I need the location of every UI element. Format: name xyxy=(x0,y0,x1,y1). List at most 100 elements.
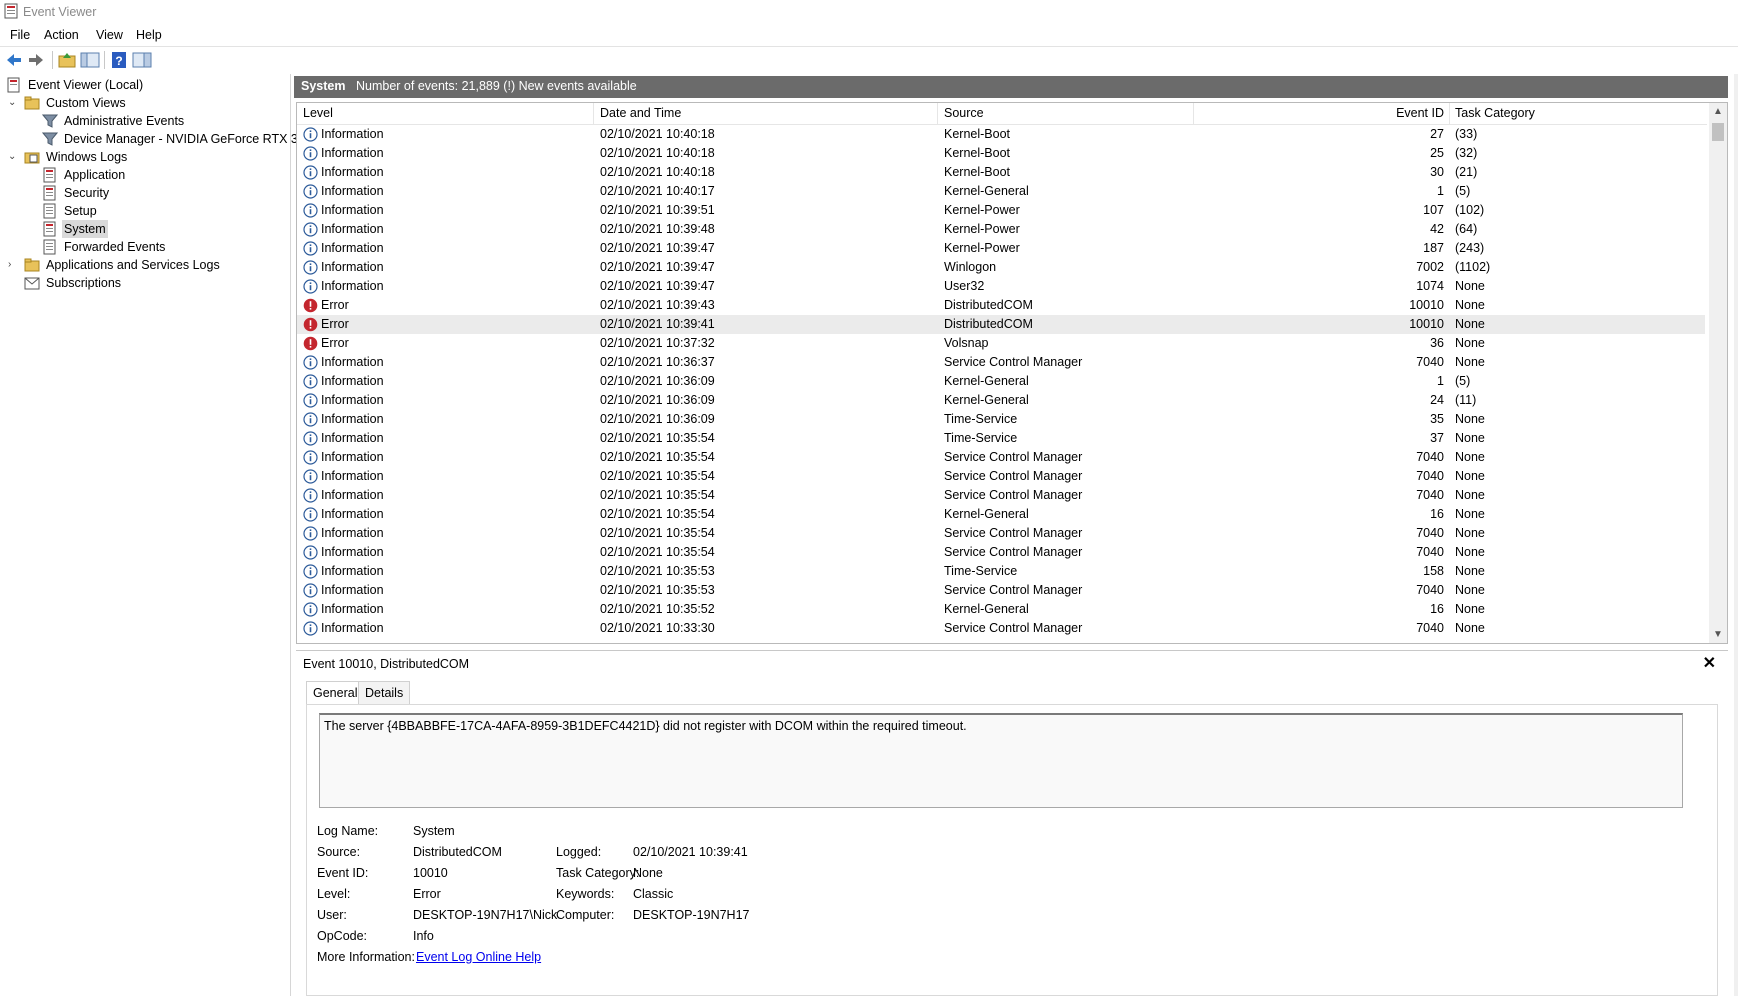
folder-icon xyxy=(24,96,40,110)
event-row[interactable]: Information 02/10/2021 10:35:54 Service Co… xyxy=(297,448,1705,467)
event-row[interactable]: Information 02/10/2021 10:39:48 Kernel-Pow… xyxy=(297,220,1705,239)
level-value: Error xyxy=(413,887,441,901)
back-icon[interactable] xyxy=(4,50,24,70)
event-source: DistributedCOM xyxy=(944,298,1033,312)
information-icon xyxy=(303,222,318,237)
up-folder-icon[interactable] xyxy=(57,50,77,70)
event-row[interactable]: Error 02/10/2021 10:39:43 DistributedCOM 10… xyxy=(297,296,1705,315)
event-task-category: None xyxy=(1455,564,1485,578)
information-icon xyxy=(303,241,318,256)
event-row[interactable]: Information 02/10/2021 10:35:54 Service Co… xyxy=(297,543,1705,562)
information-icon xyxy=(303,526,318,541)
event-row[interactable]: Information 02/10/2021 10:36:09 Time-Servi… xyxy=(297,410,1705,429)
event-level: Information xyxy=(321,412,384,426)
event-date: 02/10/2021 10:39:48 xyxy=(600,222,715,236)
log-header-name: System xyxy=(301,79,346,93)
information-icon xyxy=(303,279,318,294)
event-row[interactable]: Information 02/10/2021 10:40:18 Kernel-Boo… xyxy=(297,163,1705,182)
event-row[interactable]: Information 02/10/2021 10:36:37 Service Co… xyxy=(297,353,1705,372)
event-task-category: (243) xyxy=(1455,241,1485,255)
computer-value: DESKTOP-19N7H17 xyxy=(633,908,750,922)
event-date: 02/10/2021 10:36:37 xyxy=(600,355,715,369)
event-row[interactable]: Information 02/10/2021 10:35:54 Time-Servi… xyxy=(297,429,1705,448)
event-level: Information xyxy=(321,583,384,597)
chevron-right-icon[interactable]: › xyxy=(8,256,18,274)
event-row[interactable]: Information 02/10/2021 10:35:54 Service Co… xyxy=(297,467,1705,486)
help-icon[interactable]: ? xyxy=(109,50,129,70)
event-row[interactable]: Error 02/10/2021 10:39:41 DistributedCOM 10… xyxy=(297,315,1705,334)
menu-view[interactable]: View xyxy=(96,28,123,42)
column-header-event-id[interactable]: Event ID xyxy=(1297,106,1444,120)
event-row[interactable]: Information 02/10/2021 10:39:47 Winlogon 70… xyxy=(297,258,1705,277)
column-divider[interactable] xyxy=(593,103,594,124)
event-description-box[interactable]: The server {4BBABBFE-17CA-4AFA-8959-3B1D… xyxy=(319,713,1683,808)
event-row[interactable]: Information 02/10/2021 10:35:54 Service Co… xyxy=(297,524,1705,543)
chevron-down-icon[interactable]: ⌄ xyxy=(8,94,18,112)
tab-general[interactable]: General xyxy=(306,681,365,705)
menu-help[interactable]: Help xyxy=(136,28,162,42)
tree-label: Application xyxy=(64,168,126,182)
event-row[interactable]: Information 02/10/2021 10:35:53 Time-Servi… xyxy=(297,562,1705,581)
menu-action[interactable]: Action xyxy=(44,28,79,42)
grid-scrollbar[interactable]: ▲ ▼ xyxy=(1709,103,1727,643)
column-header-level[interactable]: Level xyxy=(303,106,333,120)
event-task-category: None xyxy=(1455,412,1485,426)
event-source: Service Control Manager xyxy=(944,545,1083,559)
information-icon xyxy=(303,602,318,617)
title-bar: Event Viewer xyxy=(0,0,1738,24)
event-row[interactable]: Information 02/10/2021 10:40:18 Kernel-Boo… xyxy=(297,144,1705,163)
scrollbar-thumb[interactable] xyxy=(1712,123,1724,141)
tab-details[interactable]: Details xyxy=(358,681,411,704)
column-divider[interactable] xyxy=(937,103,938,124)
event-row[interactable]: Information 02/10/2021 10:35:52 Kernel-Gen… xyxy=(297,600,1705,619)
event-row[interactable]: Information 02/10/2021 10:36:09 Kernel-Gen… xyxy=(297,391,1705,410)
column-header-task-category[interactable]: Task Category xyxy=(1455,106,1535,120)
events-grid: Level Date and Time Source Event ID Task… xyxy=(296,102,1728,644)
keywords-value: Classic xyxy=(633,887,674,901)
menu-file[interactable]: File xyxy=(10,28,30,42)
tree-label: System xyxy=(62,220,108,238)
scroll-up-icon[interactable]: ▲ xyxy=(1713,106,1723,117)
event-source: Service Control Manager xyxy=(944,488,1083,502)
column-divider[interactable] xyxy=(1449,103,1450,124)
event-id: 158 xyxy=(1423,564,1444,578)
show-hide-tree-icon[interactable] xyxy=(80,50,100,70)
event-row[interactable]: Information 02/10/2021 10:40:18 Kernel-Boo… xyxy=(297,125,1705,144)
event-level: Information xyxy=(321,431,384,445)
toolbar-separator xyxy=(52,51,53,69)
column-divider[interactable] xyxy=(1193,103,1194,124)
event-row[interactable]: Information 02/10/2021 10:39:47 User32 1074… xyxy=(297,277,1705,296)
event-row[interactable]: Information 02/10/2021 10:35:54 Service Co… xyxy=(297,486,1705,505)
event-row[interactable]: Information 02/10/2021 10:39:47 Kernel-Pow… xyxy=(297,239,1705,258)
event-level: Error xyxy=(321,336,349,350)
error-icon xyxy=(303,298,318,313)
event-task-category: None xyxy=(1455,450,1485,464)
forward-icon[interactable] xyxy=(26,50,46,70)
event-row[interactable]: Information 02/10/2021 10:33:30 Service Co… xyxy=(297,619,1705,638)
column-header-date[interactable]: Date and Time xyxy=(600,106,681,120)
event-level: Information xyxy=(321,450,384,464)
event-id: 7002 xyxy=(1416,260,1444,274)
event-id: 7040 xyxy=(1416,621,1444,635)
tree-label: Subscriptions xyxy=(46,276,122,290)
event-level: Information xyxy=(321,374,384,388)
chevron-down-icon[interactable]: ⌄ xyxy=(8,148,18,166)
event-row[interactable]: Information 02/10/2021 10:36:09 Kernel-Gen… xyxy=(297,372,1705,391)
event-row[interactable]: Information 02/10/2021 10:35:54 Kernel-Gen… xyxy=(297,505,1705,524)
event-row[interactable]: Information 02/10/2021 10:39:51 Kernel-Pow… xyxy=(297,201,1705,220)
event-date: 02/10/2021 10:35:54 xyxy=(600,507,715,521)
information-icon xyxy=(303,393,318,408)
log-name-label: Log Name: xyxy=(317,824,379,838)
event-id: 7040 xyxy=(1416,488,1444,502)
close-icon[interactable]: ✕ xyxy=(1703,653,1716,673)
column-header-source[interactable]: Source xyxy=(944,106,984,120)
event-row[interactable]: Error 02/10/2021 10:37:32 Volsnap 36 None xyxy=(297,334,1705,353)
event-log-online-help-link[interactable]: Event Log Online Help xyxy=(416,950,541,964)
event-source: Kernel-Power xyxy=(944,241,1020,255)
tree-label: Event Viewer (Local) xyxy=(28,78,144,92)
event-row[interactable]: Information 02/10/2021 10:35:53 Service Co… xyxy=(297,581,1705,600)
event-row[interactable]: Information 02/10/2021 10:40:17 Kernel-Gen… xyxy=(297,182,1705,201)
scroll-down-icon[interactable]: ▼ xyxy=(1713,629,1723,640)
event-date: 02/10/2021 10:36:09 xyxy=(600,412,715,426)
action-pane-icon[interactable] xyxy=(132,50,152,70)
